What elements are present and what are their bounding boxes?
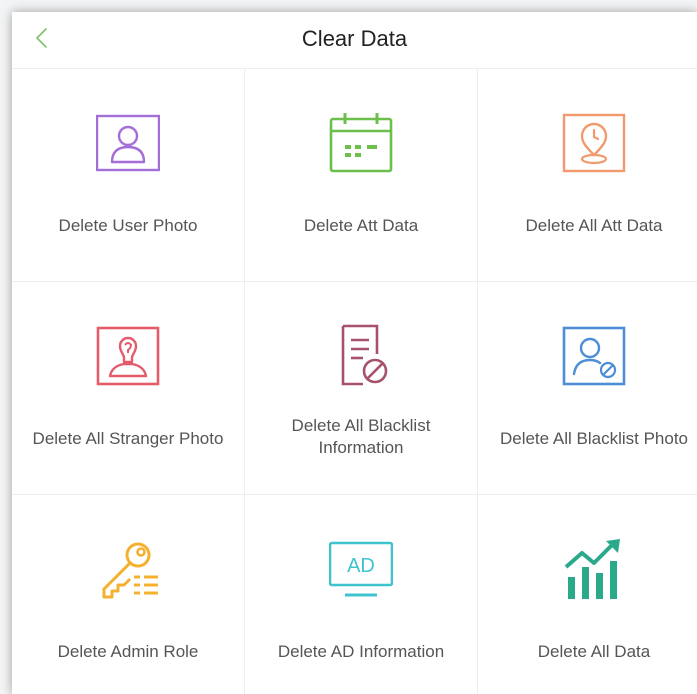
calendar-icon [329, 113, 393, 173]
delete-all-att-data-tile[interactable]: Delete All Att Data [478, 69, 697, 281]
ad-text: AD [347, 555, 375, 577]
header-bar: Clear Data [12, 12, 697, 69]
tile-label: Delete Att Data [303, 216, 419, 235]
tile-label: Delete All Blacklist Information [291, 416, 431, 457]
delete-att-data-tile[interactable]: Delete Att Data [245, 69, 477, 281]
blacklist-photo-icon [562, 326, 626, 386]
chart-icon [564, 539, 620, 599]
tile-label: Delete All Stranger Photo [32, 429, 224, 448]
tile-label: Delete User Photo [58, 216, 198, 235]
stranger-photo-icon [96, 326, 160, 386]
tile-label: Delete All Data [537, 642, 651, 661]
tile-label: Delete AD Information [277, 642, 445, 661]
clock-pin-icon [562, 113, 626, 173]
user-photo-icon [96, 114, 160, 172]
tile-label: Delete All Blacklist Photo [499, 429, 689, 448]
delete-all-data-tile[interactable]: Delete All Data [478, 495, 697, 694]
ad-monitor-icon: AD [329, 541, 393, 597]
page-title: Clear Data [301, 26, 408, 51]
blacklist-document-icon [341, 324, 388, 386]
delete-all-stranger-photo-tile[interactable]: Delete All Stranger Photo [12, 282, 244, 494]
admin-key-icon [102, 542, 158, 599]
delete-all-blacklist-information-tile[interactable]: Delete All Blacklist Information [245, 282, 477, 494]
tile-label: Delete All Att Data [525, 216, 663, 235]
delete-all-blacklist-photo-tile[interactable]: Delete All Blacklist Photo [478, 282, 697, 494]
delete-user-photo-tile[interactable]: Delete User Photo [12, 69, 244, 281]
delete-admin-role-tile[interactable]: Delete Admin Role [12, 495, 244, 694]
clear-data-grid: Delete User Photo Delete Att Data Delete… [12, 69, 697, 694]
tile-label: Delete Admin Role [57, 642, 199, 661]
clear-data-screen: Clear Data Delete User Photo Delete Att … [12, 12, 697, 694]
delete-ad-information-tile[interactable]: AD Delete AD Information [245, 495, 477, 694]
